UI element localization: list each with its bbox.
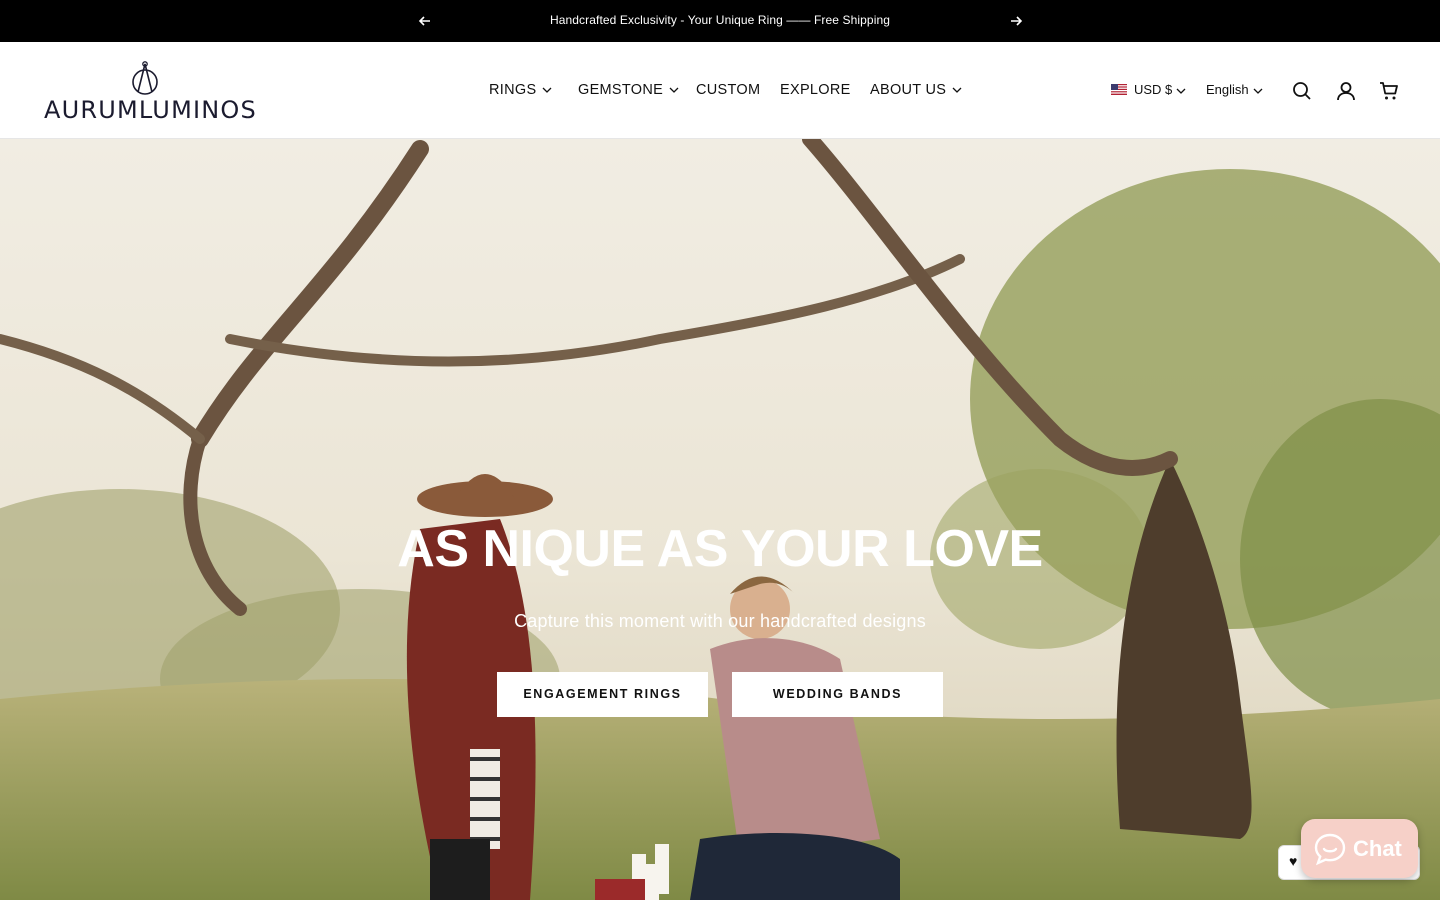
nav-item-label: RINGS [489, 82, 537, 98]
nav-item-custom[interactable]: CUSTOM [696, 82, 760, 98]
language-selector[interactable]: English [1206, 82, 1263, 98]
chevron-down-icon [1176, 83, 1186, 98]
hero-title: AS NIQUE AS YOUR LOVE [397, 520, 1043, 578]
search-icon[interactable] [1291, 80, 1313, 102]
nav-item-explore[interactable]: EXPLORE [780, 82, 851, 98]
announcement-message: Handcrafted Exclusivity - Your Unique Ri… [549, 13, 891, 27]
logo-text: AURUMLUMINOS [44, 96, 257, 124]
chat-button[interactable]: Chat [1301, 819, 1418, 878]
hero-banner: AS NIQUE AS YOUR LOVE Capture this momen… [0, 139, 1440, 900]
logo-mark-icon [132, 61, 158, 95]
nav-item-label: EXPLORE [780, 82, 851, 98]
logo[interactable]: AURUMLUMINOS [44, 60, 256, 124]
nav-item-label: GEMSTONE [578, 82, 664, 98]
currency-selector[interactable]: USD $ [1111, 82, 1186, 98]
heart-icon: ♥ [1289, 853, 1298, 869]
nav-item-rings[interactable]: RINGS [489, 82, 552, 98]
chevron-down-icon [952, 82, 962, 98]
nav-item-about-us[interactable]: ABOUT US [870, 82, 962, 98]
engagement-rings-button[interactable]: ENGAGEMENT RINGS [497, 672, 708, 717]
us-flag-icon [1111, 84, 1127, 96]
language-label: English [1206, 82, 1249, 97]
site-header: AURUMLUMINOS RINGS GEMSTONE CUSTOM EXPLO… [0, 42, 1440, 139]
chevron-down-icon [1253, 83, 1263, 98]
wedding-bands-button[interactable]: WEDDING BANDS [732, 672, 943, 717]
chevron-down-icon [669, 82, 679, 98]
account-icon[interactable] [1335, 80, 1357, 102]
currency-label: USD $ [1134, 82, 1173, 97]
announcement-bar: Handcrafted Exclusivity - Your Unique Ri… [0, 0, 1440, 42]
hero-subtitle: Capture this moment with our handcrafted… [514, 611, 926, 631]
nav-item-label: ABOUT US [870, 82, 947, 98]
chevron-down-icon [542, 82, 552, 98]
cart-icon[interactable] [1378, 80, 1400, 102]
chat-label: Chat [1353, 836, 1402, 861]
arrow-right-icon[interactable] [1006, 11, 1026, 31]
nav-item-label: CUSTOM [696, 82, 761, 98]
nav-item-gemstone[interactable]: GEMSTONE [578, 82, 679, 98]
chat-bubble-icon [1314, 833, 1346, 866]
